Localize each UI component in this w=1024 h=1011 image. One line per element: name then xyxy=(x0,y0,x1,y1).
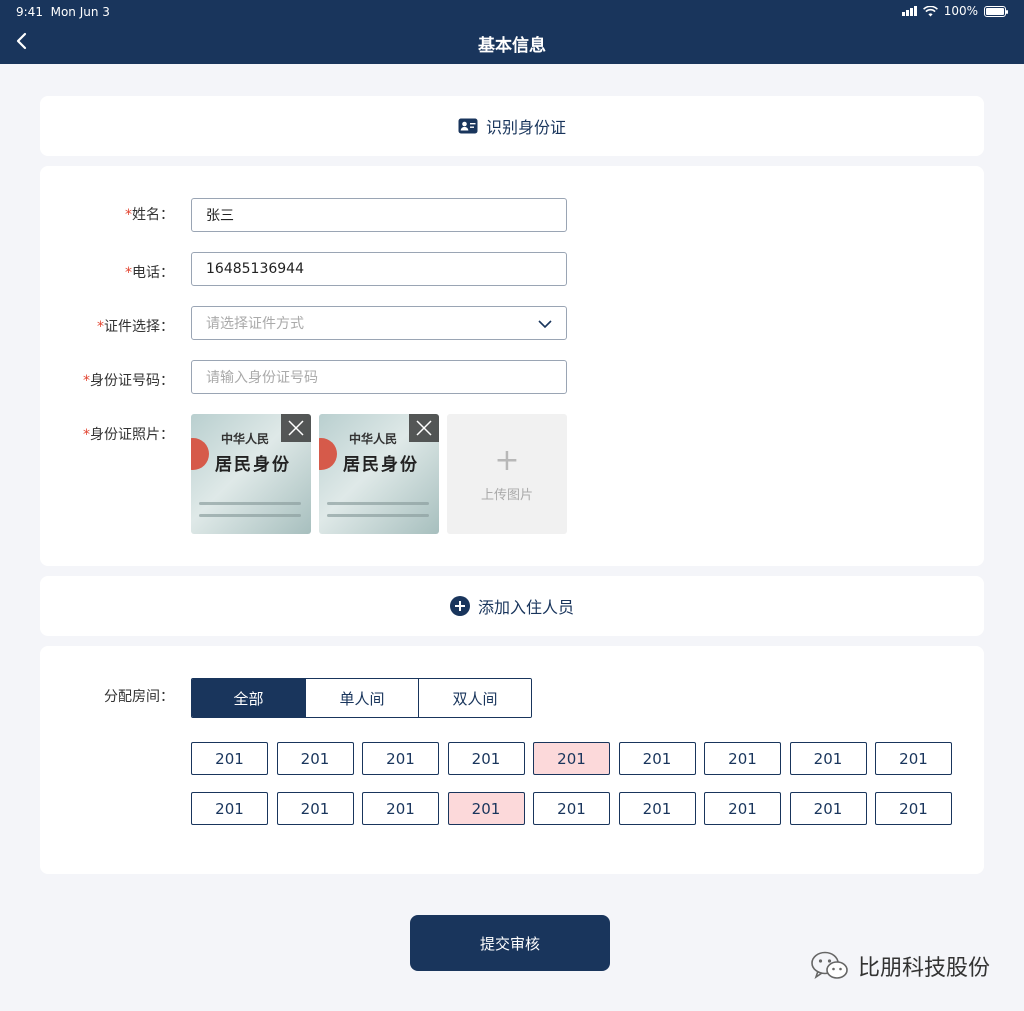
room-button[interactable]: 201 xyxy=(447,792,525,825)
id-type-label-text: 证件选择： xyxy=(104,319,174,335)
room-assignment-card: 分配房间： 全部 单人间 双人间 201 201 201 201 201 201 201 201 2… xyxy=(40,646,984,874)
nav-bar: 9:41 Mon Jun 3 100% 基本信息 xyxy=(0,0,1024,64)
plus-circle-icon xyxy=(449,596,470,616)
room-button[interactable]: 201 xyxy=(276,792,354,825)
id-photo-text: 居民身份 xyxy=(215,455,291,475)
room-button[interactable]: 201 xyxy=(618,742,696,775)
room-button[interactable]: 201 xyxy=(533,792,610,825)
room-button[interactable]: 201 xyxy=(276,742,354,775)
room-button[interactable]: 201 xyxy=(704,792,781,825)
room-button[interactable]: 201 xyxy=(789,792,867,825)
room-button[interactable]: 201 xyxy=(618,792,696,825)
id-number-label-text: 身份证号码： xyxy=(90,373,174,389)
required-mark: * xyxy=(83,373,90,389)
id-card-icon xyxy=(458,118,478,134)
id-photo-stripe xyxy=(327,514,429,517)
room-button[interactable]: 201 xyxy=(875,792,952,825)
close-icon xyxy=(416,420,432,436)
room-button[interactable]: 201 xyxy=(533,742,610,775)
phone-value: 16485136944 xyxy=(206,261,304,277)
wifi-icon xyxy=(922,5,938,16)
id-number-input[interactable]: 请输入身份证号码 xyxy=(191,360,567,394)
id-photo-label: *身份证照片： xyxy=(83,424,174,444)
room-button[interactable]: 201 xyxy=(362,742,439,775)
guest-info-form: *姓名： 张三 *电话： 16485136944 *证件选择： 请选择证件方式 … xyxy=(40,166,984,566)
close-icon xyxy=(288,420,304,436)
remove-photo-button[interactable] xyxy=(409,414,439,442)
phone-label-text: 电话： xyxy=(132,265,174,281)
id-type-label: *证件选择： xyxy=(97,316,174,336)
recognize-id-label: 识别身份证 xyxy=(485,118,566,137)
room-button[interactable]: 201 xyxy=(789,742,867,775)
required-mark: * xyxy=(125,265,132,281)
name-label-text: 姓名： xyxy=(132,207,174,223)
page-title: 基本信息 xyxy=(478,36,546,56)
room-type-tab[interactable]: 双人间 xyxy=(418,679,531,717)
submit-review-button[interactable]: 提交审核 xyxy=(410,915,610,971)
status-bar: 9:41 Mon Jun 3 100% xyxy=(0,0,1024,24)
phone-input[interactable]: 16485136944 xyxy=(191,252,567,286)
status-clock: 9:41 xyxy=(16,5,43,19)
add-guest-button[interactable]: 添加入住人员 xyxy=(40,576,984,636)
id-number-placeholder: 请输入身份证号码 xyxy=(206,370,318,386)
required-mark: * xyxy=(97,319,104,335)
id-photo-thumbnail[interactable]: 中华人民 居民身份 xyxy=(191,414,311,534)
id-photo-text: 居民身份 xyxy=(343,455,419,475)
upload-label: 上传图片 xyxy=(480,487,533,503)
id-type-select[interactable]: 请选择证件方式 xyxy=(191,306,567,340)
upload-photo-button[interactable]: + 上传图片 xyxy=(447,414,567,534)
id-type-placeholder: 请选择证件方式 xyxy=(206,316,304,332)
id-photo-label-text: 身份证照片： xyxy=(90,427,174,443)
id-photo-stripe xyxy=(199,514,301,517)
id-photo-stripe xyxy=(199,502,301,505)
watermark: 比朋科技股份 xyxy=(810,950,990,982)
room-type-tab[interactable]: 单人间 xyxy=(305,679,418,717)
wechat-icon xyxy=(811,951,848,979)
room-button[interactable]: 201 xyxy=(191,792,268,825)
name-input[interactable]: 张三 xyxy=(191,198,567,232)
emblem-icon xyxy=(319,438,337,470)
submit-label: 提交审核 xyxy=(479,934,540,953)
status-date: Mon Jun 3 xyxy=(50,5,110,19)
room-type-tabs: 全部 单人间 双人间 xyxy=(191,678,532,718)
chevron-down-icon xyxy=(538,320,552,329)
id-photo-stripe xyxy=(327,502,429,505)
required-mark: * xyxy=(125,207,132,223)
room-button[interactable]: 201 xyxy=(447,742,525,775)
phone-label: *电话： xyxy=(125,262,174,282)
name-value: 张三 xyxy=(206,208,234,224)
id-photo-text: 中华人民 xyxy=(349,432,398,446)
plus-icon: + xyxy=(494,442,520,478)
remove-photo-button[interactable] xyxy=(281,414,311,442)
cellular-signal-icon xyxy=(901,6,917,16)
status-indicators: 100% xyxy=(901,4,1008,18)
room-grid: 201 201 201 201 201 201 201 201 201 201 201 201 201 2… xyxy=(191,742,952,825)
id-photo-thumbnail[interactable]: 中华人民 居民身份 xyxy=(319,414,439,534)
room-button[interactable]: 201 xyxy=(191,742,268,775)
room-button[interactable]: 201 xyxy=(362,792,439,825)
room-type-tab[interactable]: 全部 xyxy=(192,679,305,717)
status-time: 9:41 Mon Jun 3 xyxy=(16,5,110,19)
name-label: *姓名： xyxy=(125,204,174,224)
room-button[interactable]: 201 xyxy=(704,742,781,775)
id-photo-text: 中华人民 xyxy=(221,432,270,446)
emblem-icon xyxy=(191,438,209,470)
watermark-text: 比朋科技股份 xyxy=(857,956,990,981)
required-mark: * xyxy=(83,427,90,443)
id-number-label: *身份证号码： xyxy=(83,370,174,390)
room-button[interactable]: 201 xyxy=(875,742,952,775)
add-guest-label: 添加入住人员 xyxy=(477,598,574,617)
room-label: 分配房间： xyxy=(104,689,174,705)
battery-icon xyxy=(984,5,1008,17)
battery-percent: 100% xyxy=(943,4,978,18)
recognize-id-button[interactable]: 识别身份证 xyxy=(40,96,984,156)
